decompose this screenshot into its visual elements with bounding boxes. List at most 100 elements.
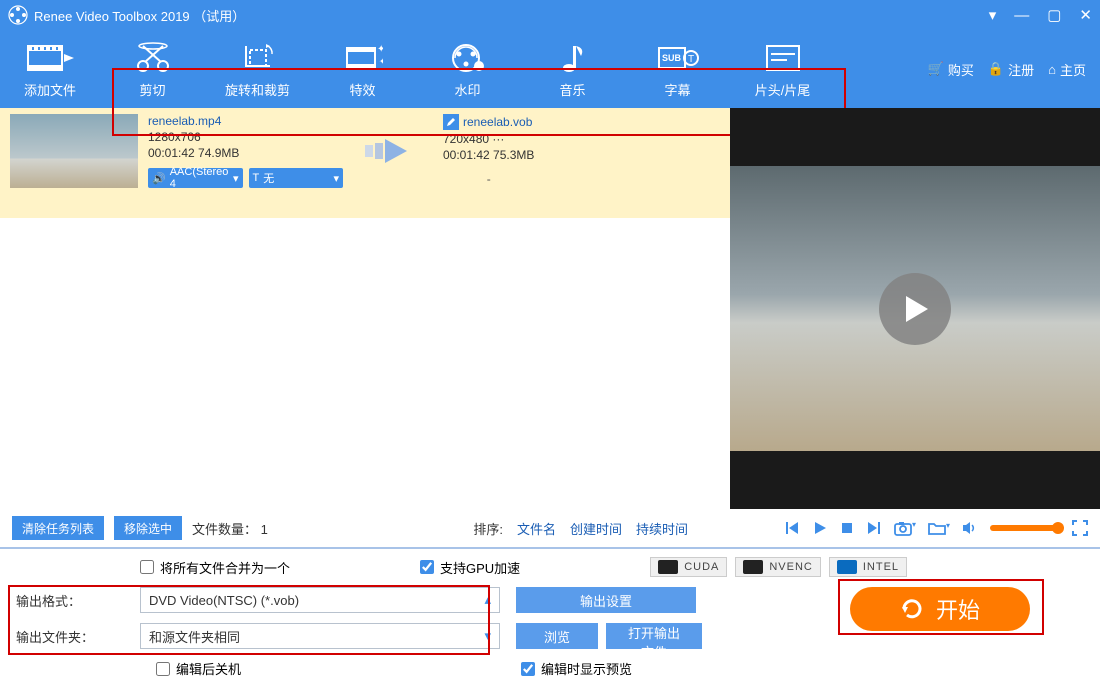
maximize-button[interactable]: ▢ <box>1047 6 1061 24</box>
minimize-button[interactable]: — <box>1014 7 1029 24</box>
toolbar-label: 片头/片尾 <box>755 80 811 99</box>
bottom-panel: 将所有文件合并为一个 支持GPU加速 CUDA NVENC INTEL 输出格式… <box>0 549 1100 681</box>
output-filename: reneelab.vob <box>463 115 532 129</box>
open-output-button[interactable]: 打开输出文件 <box>606 623 702 649</box>
clear-list-button[interactable]: 清除任务列表 <box>12 516 104 540</box>
player-prev-button[interactable] <box>784 520 800 536</box>
shutdown-after-checkbox[interactable]: 编辑后关机 <box>156 659 241 678</box>
file-count-label: 文件数量： 1 <box>192 519 268 538</box>
intel-badge: INTEL <box>829 557 907 577</box>
output-folder-label: 输出文件夹： <box>16 627 124 646</box>
source-filename: reneelab.mp4 <box>148 114 343 128</box>
scissors-icon <box>135 40 171 76</box>
close-button[interactable]: ✕ <box>1079 6 1092 24</box>
output-duration-size: 00:01:42 75.3MB <box>443 148 534 162</box>
title-bar: Renee Video Toolbox 2019 （试用） ▾ — ▢ ✕ <box>0 0 1100 30</box>
toolbar-music[interactable]: 音乐 <box>520 30 625 108</box>
show-preview-checkbox[interactable]: 编辑时显示预览 <box>521 659 632 678</box>
toolbar-label: 特效 <box>349 80 375 99</box>
sort-label: 排序: <box>473 519 503 538</box>
register-link[interactable]: 🔒注册 <box>988 60 1034 79</box>
gpu-badges: CUDA NVENC INTEL <box>650 557 907 577</box>
music-note-icon <box>559 40 587 76</box>
preview-play-button[interactable] <box>879 273 951 345</box>
toolbar-label: 字幕 <box>664 80 690 99</box>
cuda-badge: CUDA <box>650 557 727 577</box>
player-play-button[interactable] <box>812 520 828 536</box>
nvenc-badge: NVENC <box>735 557 821 577</box>
output-dash: - <box>443 172 534 186</box>
caret-up-icon: ▴ <box>484 592 491 608</box>
output-folder-combo[interactable]: 和源文件夹相同▾ <box>140 623 500 649</box>
cart-icon: 🛒 <box>928 61 944 77</box>
player-stop-button[interactable] <box>840 521 854 535</box>
toolbar-label: 添加文件 <box>24 80 76 99</box>
volume-icon[interactable] <box>962 521 978 535</box>
filmstrip-add-icon <box>26 40 74 76</box>
merge-all-checkbox[interactable]: 将所有文件合并为一个 <box>140 558 290 577</box>
crop-rotate-icon <box>240 40 276 76</box>
output-file-info: reneelab.vob 720x480 ··· 00:01:42 75.3MB… <box>443 114 534 186</box>
source-duration-size: 00:01:42 74.9MB <box>148 146 343 160</box>
toolbar-label: 音乐 <box>559 80 585 99</box>
toolbar-watermark[interactable]: 水印 <box>415 30 520 108</box>
open-folder-button[interactable]: ▾ <box>928 521 950 535</box>
video-thumbnail <box>10 114 138 188</box>
svg-text:✦: ✦ <box>379 57 383 66</box>
toolbar-label: 水印 <box>454 80 480 99</box>
svg-text:SUB: SUB <box>662 53 682 63</box>
edit-icon[interactable] <box>443 114 459 130</box>
toolbar-intro-outro[interactable]: 片头/片尾 <box>730 30 835 108</box>
conversion-arrow-icon <box>353 114 433 188</box>
source-file-info: reneelab.mp4 1280x706 00:01:42 74.9MB 🔊A… <box>148 114 343 188</box>
filmstrip-sparkle-icon: ✦✦ <box>343 40 383 76</box>
title-card-icon <box>765 40 801 76</box>
toolbar-label: 剪切 <box>139 80 165 99</box>
remove-selected-button[interactable]: 移除选中 <box>114 516 182 540</box>
output-resolution: 720x480 ··· <box>443 132 534 146</box>
file-row[interactable]: reneelab.mp4 1280x706 00:01:42 74.9MB 🔊A… <box>0 108 730 218</box>
gpu-accel-checkbox[interactable]: 支持GPU加速 <box>420 558 520 577</box>
watermark-icon <box>450 40 486 76</box>
buy-link[interactable]: 🛒购买 <box>928 60 974 79</box>
source-resolution: 1280x706 <box>148 130 343 144</box>
lock-icon: 🔒 <box>988 61 1004 77</box>
home-link[interactable]: ⌂主页 <box>1048 60 1086 79</box>
player-next-button[interactable] <box>866 520 882 536</box>
audio-track-dropdown[interactable]: 🔊AAC(Stereo 4▾ <box>148 168 243 188</box>
output-format-combo[interactable]: DVD Video(NTSC) (*.vob)▴ <box>140 587 500 613</box>
home-icon: ⌂ <box>1048 62 1056 77</box>
app-logo-icon <box>8 5 28 25</box>
subtitle-track-dropdown[interactable]: T无▾ <box>249 168 344 188</box>
svg-text:T: T <box>688 54 694 65</box>
sort-controls: 排序: 文件名 创建时间 持续时间 <box>473 519 688 538</box>
toolbar-add-file[interactable]: 添加文件 <box>0 30 100 108</box>
list-controls-bar: 清除任务列表 移除选中 文件数量： 1 排序: 文件名 创建时间 持续时间 ▾ … <box>0 509 1100 547</box>
dropdown-icon[interactable]: ▾ <box>989 6 997 24</box>
sort-by-name[interactable]: 文件名 <box>517 519 556 538</box>
toolbar-cut[interactable]: 剪切 <box>100 30 205 108</box>
toolbar-subtitle[interactable]: SUB T 字幕 <box>625 30 730 108</box>
toolbar-edit-group: 剪切 旋转和裁剪 ✦✦ 特效 水印 音乐 SUBT 字幕 片头/片尾 <box>100 30 835 108</box>
caret-down-icon: ▾ <box>484 628 491 644</box>
toolbar-rotate-crop[interactable]: 旋转和裁剪 <box>205 30 310 108</box>
output-settings-button[interactable]: 输出设置 <box>516 587 696 613</box>
volume-slider[interactable] <box>990 525 1060 531</box>
preview-pane <box>730 108 1100 509</box>
start-button[interactable]: 开始 <box>850 587 1030 631</box>
text-icon: T <box>253 172 260 184</box>
speaker-icon: 🔊 <box>152 172 166 185</box>
fullscreen-button[interactable] <box>1072 520 1088 536</box>
subtitle-icon: SUB T <box>657 40 699 76</box>
svg-text:✦: ✦ <box>377 44 383 55</box>
sort-by-ctime[interactable]: 创建时间 <box>570 519 622 538</box>
sort-by-duration[interactable]: 持续时间 <box>636 519 688 538</box>
window-controls: ▾ — ▢ ✕ <box>989 6 1092 24</box>
toolbar-effects[interactable]: ✦✦ 特效 <box>310 30 415 108</box>
output-format-label: 输出格式： <box>16 591 124 610</box>
app-title: Renee Video Toolbox 2019 （试用） <box>34 6 989 25</box>
main-toolbar: 添加文件 剪切 旋转和裁剪 ✦✦ 特效 水印 音乐 SUBT 字幕 片头/片尾 <box>0 30 1100 108</box>
refresh-icon <box>900 597 924 621</box>
snapshot-button[interactable]: ▾ <box>894 520 916 536</box>
browse-button[interactable]: 浏览 <box>516 623 598 649</box>
